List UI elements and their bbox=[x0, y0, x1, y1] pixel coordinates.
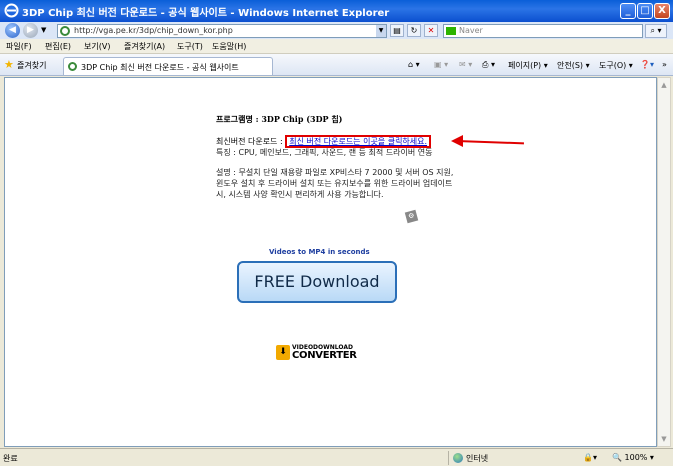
ie-icon bbox=[4, 3, 19, 18]
menu-bar: 파일(F) 편집(E) 보기(V) 즐겨찾기(A) 도구(T) 도움말(H) bbox=[0, 39, 673, 54]
browser-tab[interactable]: 3DP Chip 최신 버전 다운로드 - 공식 웹사이트 bbox=[63, 57, 273, 75]
menu-help[interactable]: 도움말(H) bbox=[212, 41, 246, 52]
forward-button[interactable]: ▶ bbox=[23, 23, 38, 38]
zone-label: 인터넷 bbox=[466, 454, 489, 463]
menu-edit[interactable]: 편집(E) bbox=[45, 41, 71, 52]
window-title: 3DP Chip 최신 버전 다운로드 - 공식 웹사이트 - Windows … bbox=[22, 8, 390, 19]
page-content: 프로그램명 : 3DP Chip (3DP 칩) 최신버전 다운로드 : 최신 … bbox=[4, 77, 657, 447]
tab-title: 3DP Chip 최신 버전 다운로드 - 공식 웹사이트 bbox=[81, 63, 239, 72]
print-icon[interactable]: ⎙ ▾ bbox=[482, 60, 495, 70]
tab-favicon-icon bbox=[68, 62, 77, 71]
history-dropdown-icon[interactable]: ▼ bbox=[41, 26, 46, 34]
overflow-chevron-icon[interactable]: » bbox=[662, 60, 667, 69]
program-name: 프로그램명 : 3DP Chip (3DP 칩) bbox=[216, 114, 343, 124]
feeds-icon[interactable]: ▣ ▾ bbox=[434, 60, 448, 69]
safety-menu[interactable]: 안전(S) ▾ bbox=[557, 60, 590, 71]
logo-bottom-text: CONVERTER bbox=[292, 350, 357, 361]
status-text: 완료 bbox=[3, 454, 18, 463]
tools-menu[interactable]: 도구(O) ▾ bbox=[599, 60, 633, 71]
free-download-button[interactable]: FREE Download bbox=[237, 261, 397, 303]
maximize-button[interactable]: □ bbox=[637, 3, 653, 19]
latest-download-label: 최신버전 다운로드 : bbox=[216, 137, 286, 146]
globe-icon bbox=[453, 453, 463, 463]
ad-caption[interactable]: Videos to MP4 in seconds bbox=[269, 248, 370, 256]
favorites-bar: ★ 즐겨찾기 3DP Chip 최신 버전 다운로드 - 공식 웹사이트 ⌂ ▾… bbox=[0, 54, 673, 76]
close-button[interactable]: X bbox=[654, 3, 670, 19]
security-zone[interactable]: 인터넷 bbox=[448, 451, 568, 465]
back-button[interactable]: ◀ bbox=[5, 23, 20, 38]
zoom-level[interactable]: 🔍 100% ▾ bbox=[612, 453, 654, 462]
protected-mode-icon[interactable]: 🔒▾ bbox=[583, 453, 597, 462]
search-placeholder: Naver bbox=[459, 26, 483, 35]
menu-view[interactable]: 보기(V) bbox=[84, 41, 110, 52]
vertical-scrollbar[interactable]: ▲ ▼ bbox=[657, 77, 671, 447]
favorites-label[interactable]: 즐겨찾기 bbox=[17, 60, 46, 71]
features-text: 특징 : CPU, 메인보드, 그래픽, 사운드, 랜 등 최적 드라이버 연동 bbox=[216, 148, 433, 157]
search-input[interactable]: Naver bbox=[443, 24, 643, 38]
search-icon[interactable]: ⌕ ▾ bbox=[645, 24, 667, 38]
description-text: 설명 : 무설치 단일 재용량 파일로 XP비스타 7 2000 및 서버 OS… bbox=[216, 168, 454, 199]
status-bar: 완료 인터넷 🔒▾ 🔍 100% ▾ bbox=[0, 448, 673, 466]
naver-logo-icon bbox=[446, 27, 456, 35]
compat-view-icon[interactable]: ▤ bbox=[390, 24, 404, 37]
menu-file[interactable]: 파일(F) bbox=[6, 41, 32, 52]
page-menu[interactable]: 페이지(P) ▾ bbox=[508, 60, 548, 71]
menu-tools[interactable]: 도구(T) bbox=[177, 41, 203, 52]
address-bar[interactable]: http://vga.pe.kr/3dp/chip_down_kor.php ▼ bbox=[57, 24, 387, 38]
address-dropdown-icon[interactable]: ▼ bbox=[376, 25, 386, 37]
address-url[interactable]: http://vga.pe.kr/3dp/chip_down_kor.php bbox=[74, 26, 233, 35]
favorites-star-icon[interactable]: ★ bbox=[4, 58, 14, 71]
menu-favorites[interactable]: 즐겨찾기(A) bbox=[124, 41, 165, 52]
refresh-icon[interactable]: ↻ bbox=[407, 24, 421, 37]
gear-icon[interactable]: ⚙ bbox=[404, 209, 419, 224]
download-arrow-icon: ⬇ bbox=[276, 345, 290, 360]
scroll-down-icon[interactable]: ▼ bbox=[658, 432, 670, 446]
program-info: 프로그램명 : 3DP Chip (3DP 칩) 최신버전 다운로드 : 최신 … bbox=[216, 114, 456, 200]
latest-download-row: 최신버전 다운로드 : 최신 버전 다운로드는 이곳을 클릭하세요. bbox=[216, 135, 456, 148]
help-icon[interactable]: ❓▾ bbox=[640, 60, 654, 69]
red-arrow-head-icon bbox=[451, 135, 463, 147]
address-toolbar: ◀ ▶ ▼ http://vga.pe.kr/3dp/chip_down_kor… bbox=[0, 22, 673, 39]
zoom-value: 100% bbox=[624, 453, 648, 462]
video-download-converter-logo[interactable]: ⬇ VIDEODOWNLOAD CONVERTER bbox=[276, 344, 362, 362]
mail-icon[interactable]: ✉ ▾ bbox=[459, 60, 472, 69]
scroll-up-icon[interactable]: ▲ bbox=[658, 78, 670, 92]
stop-icon[interactable]: ✕ bbox=[424, 24, 438, 37]
minimize-button[interactable]: _ bbox=[620, 3, 636, 19]
title-bar: 3DP Chip 최신 버전 다운로드 - 공식 웹사이트 - Windows … bbox=[0, 0, 673, 22]
home-icon[interactable]: ⌂ ▾ bbox=[408, 60, 420, 69]
site-favicon-icon bbox=[60, 26, 70, 36]
red-arrow-shaft bbox=[456, 140, 524, 145]
